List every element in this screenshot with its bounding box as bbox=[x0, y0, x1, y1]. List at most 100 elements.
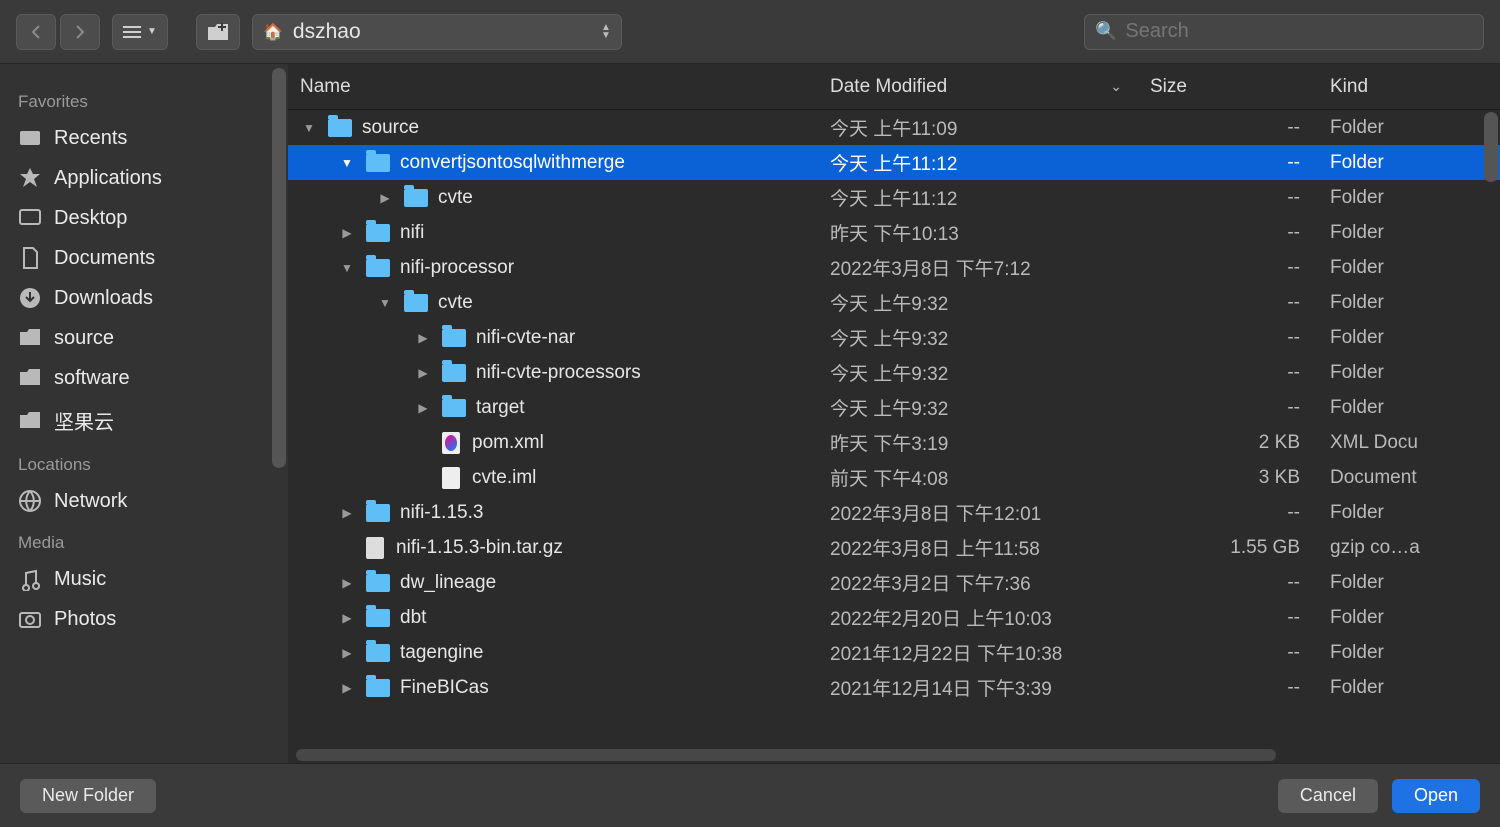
disclosure-right-icon[interactable]: ▶ bbox=[338, 576, 356, 590]
path-selector[interactable]: 🏠 dszhao ▲▼ bbox=[252, 14, 622, 50]
sidebar-item-photos[interactable]: Photos bbox=[0, 599, 288, 639]
updown-chevron-icon: ▲▼ bbox=[601, 24, 611, 40]
sidebar-item-music[interactable]: Music bbox=[0, 559, 288, 599]
sidebar-item-recents[interactable]: Recents bbox=[0, 118, 288, 158]
view-mode-button[interactable]: ▼ bbox=[112, 14, 168, 50]
search-icon: 🔍 bbox=[1095, 21, 1117, 42]
vertical-scrollbar[interactable] bbox=[1484, 112, 1498, 182]
folder-icon bbox=[366, 504, 390, 522]
table-row[interactable]: ▶cvte今天 上午11:12--Folder bbox=[288, 180, 1500, 215]
file-name: nifi-1.15.3 bbox=[400, 502, 483, 524]
disclosure-down-icon[interactable]: ▼ bbox=[376, 296, 394, 310]
disclosure-right-icon[interactable]: ▶ bbox=[376, 191, 394, 205]
disclosure-right-icon[interactable]: ▶ bbox=[414, 366, 432, 380]
disclosure-right-icon[interactable]: ▶ bbox=[414, 331, 432, 345]
sidebar-item-software[interactable]: software bbox=[0, 358, 288, 398]
xml-file-icon bbox=[442, 432, 460, 454]
sidebar-item-documents[interactable]: Documents bbox=[0, 238, 288, 278]
new-folder-toolbar-button[interactable] bbox=[196, 14, 240, 50]
cell-kind: Folder bbox=[1318, 502, 1500, 524]
open-button[interactable]: Open bbox=[1392, 779, 1480, 813]
sidebar-item-nutcloud[interactable]: 坚果云 bbox=[0, 398, 288, 443]
cell-size: -- bbox=[1138, 677, 1318, 699]
cell-size: -- bbox=[1138, 502, 1318, 524]
documents-icon bbox=[18, 246, 42, 270]
new-folder-button[interactable]: New Folder bbox=[20, 779, 156, 813]
cell-name: ▶cvte bbox=[288, 187, 818, 209]
back-button[interactable] bbox=[16, 14, 56, 50]
cell-kind: Folder bbox=[1318, 677, 1500, 699]
table-row[interactable]: pom.xml昨天 下午3:192 KBXML Docu bbox=[288, 425, 1500, 460]
column-date-modified[interactable]: Date Modified⌄ bbox=[818, 76, 1138, 98]
disclosure-right-icon[interactable]: ▶ bbox=[338, 226, 356, 240]
sidebar-item-source[interactable]: source bbox=[0, 318, 288, 358]
sidebar-scrollbar[interactable] bbox=[272, 68, 286, 468]
table-row[interactable]: ▶nifi-1.15.32022年3月8日 下午12:01--Folder bbox=[288, 495, 1500, 530]
cell-name: ▼nifi-processor bbox=[288, 257, 818, 279]
button-label: Cancel bbox=[1300, 785, 1356, 806]
sidebar-item-desktop[interactable]: Desktop bbox=[0, 198, 288, 238]
table-row[interactable]: ▶target今天 上午9:32--Folder bbox=[288, 390, 1500, 425]
disclosure-down-icon[interactable]: ▼ bbox=[338, 156, 356, 170]
toolbar: ▼ 🏠 dszhao ▲▼ 🔍 bbox=[0, 0, 1500, 64]
table-row[interactable]: ▶dbt2022年2月20日 上午10:03--Folder bbox=[288, 600, 1500, 635]
downloads-icon bbox=[18, 286, 42, 310]
cell-date: 今天 上午9:32 bbox=[818, 394, 1138, 421]
folder-icon bbox=[366, 224, 390, 242]
disclosure-down-icon[interactable]: ▼ bbox=[300, 121, 318, 135]
forward-button[interactable] bbox=[60, 14, 100, 50]
column-kind[interactable]: Kind bbox=[1318, 76, 1500, 98]
cell-date: 2022年3月8日 下午7:12 bbox=[818, 254, 1138, 281]
cell-name: ▶dw_lineage bbox=[288, 572, 818, 594]
table-row[interactable]: ▶nifi昨天 下午10:13--Folder bbox=[288, 215, 1500, 250]
table-row[interactable]: ▼nifi-processor2022年3月8日 下午7:12--Folder bbox=[288, 250, 1500, 285]
cell-size: -- bbox=[1138, 222, 1318, 244]
column-name[interactable]: Name bbox=[288, 76, 818, 98]
cancel-button[interactable]: Cancel bbox=[1278, 779, 1378, 813]
cell-kind: Folder bbox=[1318, 257, 1500, 279]
cell-kind: Folder bbox=[1318, 572, 1500, 594]
folder-plus-icon bbox=[207, 23, 229, 41]
cell-size: -- bbox=[1138, 642, 1318, 664]
disclosure-right-icon[interactable]: ▶ bbox=[414, 401, 432, 415]
column-size[interactable]: Size bbox=[1138, 76, 1318, 98]
horizontal-scrollbar[interactable] bbox=[288, 747, 1500, 763]
cell-date: 昨天 下午10:13 bbox=[818, 219, 1138, 246]
table-row[interactable]: ▼convertjsontosqlwithmerge今天 上午11:12--Fo… bbox=[288, 145, 1500, 180]
cell-kind: Document bbox=[1318, 467, 1500, 489]
table-row[interactable]: ▶nifi-cvte-nar今天 上午9:32--Folder bbox=[288, 320, 1500, 355]
cell-kind: Folder bbox=[1318, 152, 1500, 174]
table-row[interactable]: ▶tagengine2021年12月22日 下午10:38--Folder bbox=[288, 635, 1500, 670]
desktop-icon bbox=[18, 206, 42, 230]
scrollbar-thumb[interactable] bbox=[296, 749, 1276, 761]
cell-name: ▶dbt bbox=[288, 607, 818, 629]
sidebar-heading-locations: Locations bbox=[0, 443, 288, 481]
sidebar-item-downloads[interactable]: Downloads bbox=[0, 278, 288, 318]
search-field[interactable]: 🔍 bbox=[1084, 14, 1484, 50]
disclosure-right-icon[interactable]: ▶ bbox=[338, 611, 356, 625]
clock-icon bbox=[18, 126, 42, 150]
table-row[interactable]: ▼cvte今天 上午9:32--Folder bbox=[288, 285, 1500, 320]
sidebar-item-network[interactable]: Network bbox=[0, 481, 288, 521]
search-input[interactable] bbox=[1125, 20, 1473, 43]
cell-name: cvte.iml bbox=[288, 467, 818, 489]
chevron-down-icon: ▼ bbox=[147, 26, 157, 37]
cell-kind: Folder bbox=[1318, 117, 1500, 139]
folder-icon bbox=[18, 366, 42, 390]
disclosure-down-icon[interactable]: ▼ bbox=[338, 261, 356, 275]
folder-icon bbox=[18, 326, 42, 350]
table-row[interactable]: ▶FineBICas2021年12月14日 下午3:39--Folder bbox=[288, 670, 1500, 705]
file-name: cvte.iml bbox=[472, 467, 536, 489]
file-name: tagengine bbox=[400, 642, 483, 664]
table-row[interactable]: cvte.iml前天 下午4:083 KBDocument bbox=[288, 460, 1500, 495]
table-row[interactable]: ▶dw_lineage2022年3月2日 下午7:36--Folder bbox=[288, 565, 1500, 600]
disclosure-right-icon[interactable]: ▶ bbox=[338, 646, 356, 660]
folder-icon bbox=[442, 329, 466, 347]
disclosure-right-icon[interactable]: ▶ bbox=[338, 506, 356, 520]
table-row[interactable]: ▼source今天 上午11:09--Folder bbox=[288, 110, 1500, 145]
sidebar-item-applications[interactable]: Applications bbox=[0, 158, 288, 198]
sidebar-item-label: Applications bbox=[54, 167, 162, 190]
table-row[interactable]: nifi-1.15.3-bin.tar.gz2022年3月8日 上午11:581… bbox=[288, 530, 1500, 565]
table-row[interactable]: ▶nifi-cvte-processors今天 上午9:32--Folder bbox=[288, 355, 1500, 390]
disclosure-right-icon[interactable]: ▶ bbox=[338, 681, 356, 695]
